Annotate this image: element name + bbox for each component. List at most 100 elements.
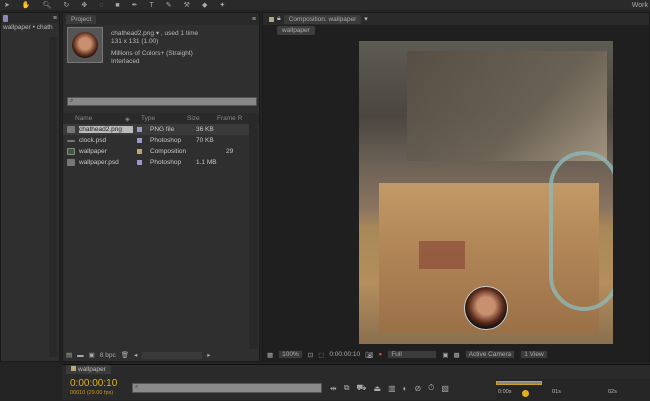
title-safe-icon[interactable]: ⊡ <box>308 351 313 359</box>
list-item[interactable]: wallpaper.psd Photoshop 1.1 MB <box>63 157 249 168</box>
composition-footer: ▦ 100% ⊡ ⬚ 0:00:00:10 📷︎ ● Full ▣ ▩ Acti… <box>267 350 647 359</box>
zoom-tool-icon[interactable]: 🔍︎ <box>43 1 52 9</box>
puppet-tool-icon[interactable]: ✦ <box>219 1 225 9</box>
interpret-footage-icon[interactable]: ▤ <box>66 351 72 359</box>
asset-interlace: Interlaced <box>111 58 140 65</box>
tools-toolbar: ➤ ✋ 🔍︎ ↻ ✥ ◌ ■ ✒ T ✎ ⚒ ◆ ✦ Work <box>0 0 650 10</box>
list-item[interactable]: wallpaper Composition 29 <box>63 146 249 157</box>
playhead[interactable] <box>522 390 530 397</box>
left-panel: ≡ wallpaper • chath <box>0 12 60 362</box>
tab-composition[interactable]: Composition: wallpaper <box>283 14 362 24</box>
label-column-icon[interactable]: ◈ <box>125 115 141 123</box>
frame-blending-icon[interactable]: ▥ <box>388 384 396 393</box>
list-item[interactable]: chathead2.png PNG file 36 KB <box>63 124 249 135</box>
workspace-label[interactable]: Work <box>632 2 650 9</box>
column-size[interactable]: Size <box>187 115 217 122</box>
magnification-dropdown[interactable]: 100% <box>278 350 303 359</box>
rotate-tool-icon[interactable]: ↻ <box>63 1 69 9</box>
view-layout-dropdown[interactable]: 1 View <box>520 350 548 359</box>
mask-visibility-icon[interactable]: ⬚ <box>318 351 324 359</box>
brush-tool-icon[interactable]: ✎ <box>166 1 172 9</box>
layer-icon <box>3 15 8 22</box>
show-channel-icon[interactable]: ● <box>378 351 382 358</box>
column-name[interactable]: Name <box>63 115 125 122</box>
time-ruler[interactable]: 0:00s 01s 02s <box>496 379 650 401</box>
chathead-thumbnail-image <box>72 32 98 58</box>
comp-dropdown-icon[interactable]: ▾ <box>364 15 368 23</box>
timeline-panel: wallpaper 0:00:00:10 00010 (29.00 fps) ⌕… <box>62 364 650 401</box>
column-frame-rate[interactable]: Frame R <box>217 115 242 122</box>
graph-editor-icon[interactable]: ⊘ <box>414 384 421 393</box>
shy-layers-icon[interactable]: ⏏ <box>374 384 382 393</box>
left-panel-header: ≡ <box>1 13 59 23</box>
lock-icon[interactable]: 🔒︎ <box>277 15 281 23</box>
stopwatch-icon[interactable]: ⏱︎ <box>428 383 434 393</box>
project-footer: ▤ ▬ ▣ 8 bpc 🗑︎ ◂ ▸ <box>66 351 258 359</box>
horizontal-scrollbar[interactable] <box>142 351 203 359</box>
timeline-search-input[interactable]: ⌕ <box>132 383 322 393</box>
project-panel: Project ≡ chathead2.png ▾ , used 1 time … <box>62 12 260 362</box>
motion-blur-icon[interactable]: ◐ <box>403 384 408 393</box>
tab-project[interactable]: Project <box>66 14 97 24</box>
pan-tool-icon[interactable]: ◌ <box>99 2 103 9</box>
new-composition-icon[interactable]: ▣ <box>89 351 95 359</box>
snapshot-icon[interactable]: 📷︎ <box>365 351 373 359</box>
psd-file-icon <box>67 159 75 166</box>
region-of-interest-icon[interactable]: ▣ <box>442 351 448 359</box>
psd-file-icon <box>67 139 75 142</box>
list-item[interactable]: clock.psd Photoshop 70 KB <box>63 135 249 146</box>
asset-name: chathead2.png ▾ , used 1 time <box>111 30 199 37</box>
transparency-grid-icon[interactable]: ▩ <box>453 351 459 359</box>
project-search-input[interactable]: ⌕ <box>67 97 257 106</box>
panel-menu-icon[interactable]: ≡ <box>252 16 256 23</box>
trash-icon[interactable]: 🗑︎ <box>121 351 129 359</box>
selection-tool-icon[interactable]: ➤ <box>4 1 10 9</box>
stamp-tool-icon[interactable]: ⚒ <box>184 1 190 9</box>
hose <box>549 151 613 311</box>
column-type[interactable]: Type <box>141 115 187 122</box>
comp-color-icon <box>269 16 274 22</box>
shape-tool-icon[interactable]: ■ <box>115 2 119 9</box>
scroll-right-icon[interactable]: ▸ <box>207 351 210 359</box>
camera-dropdown[interactable]: Active Camera <box>464 350 516 359</box>
current-time[interactable]: 0:00:00:10 <box>329 351 360 358</box>
pen-tool-icon[interactable]: ✒ <box>132 1 138 9</box>
timeline-frames: 00010 (29.00 fps) <box>70 390 114 396</box>
thumbnail <box>67 27 103 63</box>
composition-icon <box>67 148 75 155</box>
hand-tool-icon[interactable]: ✋ <box>22 1 31 9</box>
ruler-tick: 0:00s <box>498 389 512 395</box>
project-list: chathead2.png PNG file 36 KB clock.psd Phot… <box>63 124 249 168</box>
ruler-tick: 02s <box>608 389 617 395</box>
brainstorm-icon[interactable]: ▧ <box>441 384 449 393</box>
asset-dimensions: 131 x 131 (1.00) <box>111 38 159 45</box>
tab-timeline-wallpaper[interactable]: wallpaper <box>66 365 111 374</box>
composition-panel: 🔒︎ Composition: wallpaper ▾ wallpaper ▦ … <box>262 12 650 362</box>
new-folder-icon[interactable]: ▬ <box>77 352 84 359</box>
comp-mini-flowchart-icon[interactable]: ⇹ <box>330 384 337 393</box>
left-panel-tab[interactable]: wallpaper • chath <box>1 23 59 32</box>
project-scrollbar[interactable] <box>249 124 257 349</box>
chathead-layer[interactable] <box>464 286 508 330</box>
text-tool-icon[interactable]: T <box>150 2 154 9</box>
bpc-label[interactable]: 8 bpc <box>100 352 116 359</box>
column-headers: Name ◈ Type Size Frame R <box>63 113 259 124</box>
resolution-dropdown[interactable]: Full <box>387 350 438 359</box>
live-update-icon[interactable]: ⧉ <box>344 383 350 393</box>
always-preview-icon[interactable]: ▦ <box>267 351 273 359</box>
scroll-left-icon[interactable]: ◂ <box>134 351 137 359</box>
ruler-tick: 01s <box>552 389 561 395</box>
work-area-bar[interactable] <box>496 381 542 385</box>
image-file-icon <box>67 126 75 133</box>
left-scrollbar[interactable] <box>49 37 57 357</box>
panel-menu-icon[interactable]: ≡ <box>53 15 57 22</box>
draft-3d-icon[interactable]: ⛟ <box>356 383 366 393</box>
comp-color-icon <box>71 366 76 371</box>
timeline-switches: ⇹ ⧉ ⛟ ⏏ ▥ ◐ ⊘ ⏱︎ ▧ <box>330 383 449 393</box>
asset-colors: Millions of Colors+ (Straight) <box>111 50 193 57</box>
timeline-timecode[interactable]: 0:00:00:10 <box>70 378 117 389</box>
comp-breadcrumb[interactable]: wallpaper <box>277 26 315 35</box>
composition-viewer[interactable] <box>359 41 613 344</box>
camera-tool-icon[interactable]: ✥ <box>81 1 87 9</box>
eraser-tool-icon[interactable]: ◆ <box>202 1 207 9</box>
